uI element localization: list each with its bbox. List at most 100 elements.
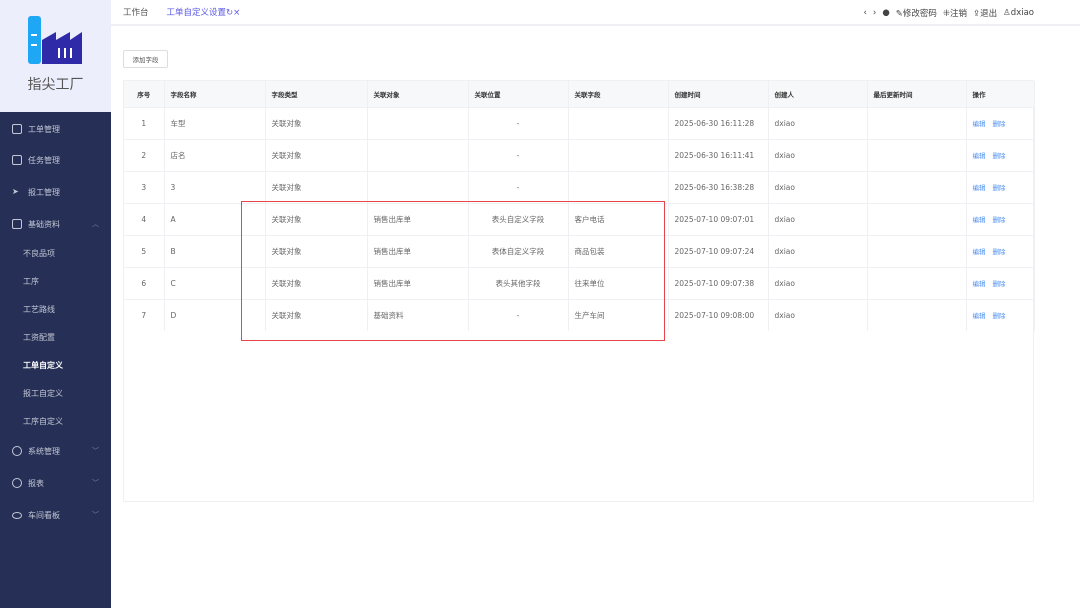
table-cell	[867, 106, 967, 139]
tab-workorder-custom-settings[interactable]: 工单自定义设置↻×	[167, 6, 241, 18]
sidebar-item-workshop-board[interactable]: 车间看板 ﹀	[0, 501, 111, 529]
sidebar-subitem-workorder-custom[interactable]: 工单自定义	[0, 351, 111, 379]
table-cell: -	[468, 106, 569, 139]
sidebar-subitem-process-custom[interactable]: 工序自定义	[0, 407, 111, 435]
table-cell: 7	[124, 298, 165, 331]
column-header: 字段名称	[164, 81, 266, 107]
add-field-button[interactable]: 添加字段	[123, 50, 168, 68]
table-cell: 2025-07-10 09:08:00	[668, 298, 769, 331]
chevron-left-icon[interactable]: ‹	[864, 8, 867, 18]
actions-cell: 编辑 删除	[966, 138, 1035, 171]
delete-link[interactable]: 删除	[993, 184, 1006, 192]
edit-link[interactable]: 编辑	[973, 280, 986, 288]
label: 基础资料	[28, 219, 60, 229]
chevron-down-icon: ﹀	[92, 479, 99, 487]
label: 系统管理	[28, 446, 60, 456]
label: 报工管理	[28, 187, 60, 197]
chevron-right-icon[interactable]: ›	[873, 8, 876, 18]
sidebar-subitem-report-custom[interactable]: 报工自定义	[0, 379, 111, 407]
file-icon	[12, 124, 22, 134]
change-password-button[interactable]: ✎修改密码	[896, 7, 937, 19]
table-cell: 2025-07-10 09:07:24	[668, 234, 769, 267]
sidebar-subitem-wage[interactable]: 工资配置	[0, 323, 111, 351]
table-cell	[867, 170, 967, 203]
label: 报表	[28, 478, 44, 488]
label: 工单自定义	[23, 360, 63, 370]
edit-link[interactable]: 编辑	[973, 312, 986, 320]
sidebar: 指尖工厂 工单管理 任务管理 ➤ 报工管理 基础资料 ︿ 不良品项 工序 工艺路线 …	[0, 0, 111, 608]
edit-link[interactable]: 编辑	[973, 216, 986, 224]
actions-cell: 编辑 删除	[966, 106, 1035, 139]
table-cell	[867, 266, 967, 299]
column-header: 字段类型	[265, 81, 368, 107]
sidebar-item-system[interactable]: 系统管理 ﹀	[0, 437, 111, 465]
table-cell: 3	[164, 170, 266, 203]
table-cell: dxiao	[768, 170, 868, 203]
delete-link[interactable]: 删除	[993, 312, 1006, 320]
edit-link[interactable]: 编辑	[973, 248, 986, 256]
monitor-icon	[12, 155, 22, 165]
edit-link[interactable]: 编辑	[973, 120, 986, 128]
logout-account-button[interactable]: ⁜注销	[943, 7, 967, 19]
table-row: 3 3 关联对象 -2025-06-30 16:38:28 dxiao 编辑 删除	[124, 170, 1035, 203]
sidebar-item-basic-data[interactable]: 基础资料 ︿	[0, 210, 111, 238]
topbar: 工作台 工单自定义设置↻× ‹ › ● ✎修改密码 ⁜注销 ⇪退出 ♙dxiao	[111, 0, 1080, 26]
delete-link[interactable]: 删除	[993, 120, 1006, 128]
label: 修改密码	[902, 9, 937, 19]
user-icon: ♙	[1003, 8, 1011, 18]
table-cell: 2025-06-30 16:11:41	[668, 138, 769, 171]
table-cell: 关联对象	[265, 170, 368, 203]
table-row: 1 车型 关联对象 - 2025-06-30 16:11:28 dxiao 编辑 删除	[124, 106, 1035, 139]
sidebar-subitem-process[interactable]: 工序	[0, 267, 111, 295]
edit-link[interactable]: 编辑	[973, 184, 986, 192]
sidebar-item-work-orders[interactable]: 工单管理	[0, 115, 111, 143]
table-cell: 5	[124, 234, 165, 267]
column-header: 关联字段	[568, 81, 669, 107]
username: dxiao	[1010, 8, 1034, 18]
table-cell: dxiao	[768, 266, 868, 299]
actions-cell: 编辑 删除	[966, 298, 1035, 331]
top-actions: ‹ › ● ✎修改密码 ⁜注销 ⇪退出 ♙dxiao	[864, 0, 1034, 26]
label: 报工自定义	[23, 388, 63, 398]
edit-link[interactable]: 编辑	[973, 152, 986, 160]
table-cell: dxiao	[768, 234, 868, 267]
pie-chart-icon	[12, 478, 22, 488]
sidebar-item-reports-work[interactable]: ➤ 报工管理	[0, 178, 111, 206]
delete-link[interactable]: 删除	[993, 280, 1006, 288]
exit-button[interactable]: ⇪退出	[973, 7, 997, 19]
label: 工资配置	[23, 332, 55, 342]
book-icon	[12, 219, 22, 229]
table-cell: 2025-06-30 16:38:28	[668, 170, 769, 203]
table-cell: 2025-06-30 16:11:28	[668, 106, 769, 139]
user-menu[interactable]: ♙dxiao	[1003, 8, 1034, 18]
label: 不良品项	[23, 248, 55, 258]
label: 工单管理	[28, 124, 60, 134]
table-cell: -	[468, 138, 569, 171]
table-cell: 4	[124, 202, 165, 235]
delete-link[interactable]: 删除	[993, 248, 1006, 256]
table-cell	[867, 138, 967, 171]
sidebar-subitem-defects[interactable]: 不良品项	[0, 239, 111, 267]
table-cell: 车型	[164, 106, 266, 139]
table-cell: 2	[124, 138, 165, 171]
table-cell: -	[468, 170, 569, 203]
delete-link[interactable]: 删除	[993, 216, 1006, 224]
table-header: 序号 字段名称 字段类型 关联对象 关联位置 关联字段 创建时间 创建人 最后更新时间 操作	[124, 81, 1035, 107]
table-cell	[568, 106, 669, 139]
close-icon[interactable]: ×	[233, 8, 240, 18]
actions-cell: 编辑 删除	[966, 266, 1035, 299]
table-cell: 1	[124, 106, 165, 139]
sidebar-item-tasks[interactable]: 任务管理	[0, 146, 111, 174]
column-header: 创建人	[768, 81, 868, 107]
theme-icon[interactable]: ●	[882, 8, 889, 18]
table-cell: 2025-07-10 09:07:38	[668, 266, 769, 299]
table-cell	[867, 234, 967, 267]
table-cell: 店名	[164, 138, 266, 171]
table-cell: 关联对象	[265, 106, 368, 139]
tab-workbench[interactable]: 工作台	[123, 6, 149, 18]
sidebar-item-reports[interactable]: 报表 ﹀	[0, 469, 111, 497]
sidebar-subitem-routing[interactable]: 工艺路线	[0, 295, 111, 323]
delete-link[interactable]: 删除	[993, 152, 1006, 160]
label: 工序自定义	[23, 416, 63, 426]
column-header: 最后更新时间	[867, 81, 967, 107]
